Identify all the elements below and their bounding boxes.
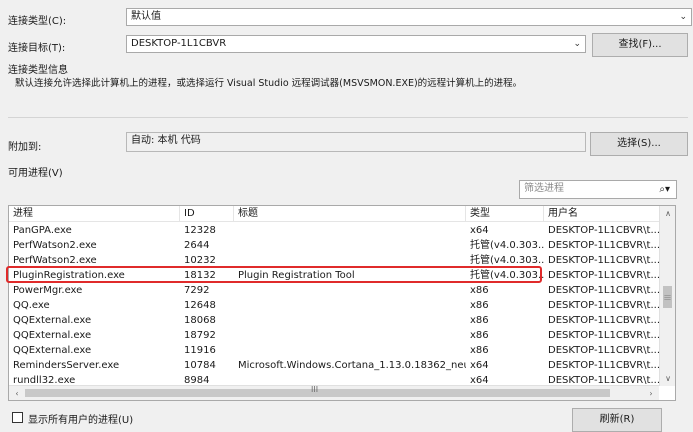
cell-type: x86 bbox=[470, 300, 489, 311]
connection-info-heading: 连接类型信息 bbox=[8, 65, 68, 76]
table-header: 进程 ID 标题 类型 用户名 bbox=[9, 206, 675, 222]
scroll-right-icon[interactable]: › bbox=[643, 386, 659, 400]
connection-target-value: DESKTOP-1L1CBVR bbox=[131, 38, 227, 49]
table-row[interactable]: RemindersServer.exe 10784 Microsoft.Window… bbox=[9, 358, 675, 373]
cell-username: DESKTOP-1L1CBVR\t... bbox=[548, 360, 660, 371]
vertical-scrollbar[interactable]: ∧ — — — ∨ bbox=[659, 206, 675, 386]
horizontal-scrollbar[interactable]: ‹ III › bbox=[9, 385, 659, 400]
column-header-id[interactable]: ID bbox=[180, 206, 234, 222]
column-header-username[interactable]: 用户名 bbox=[544, 206, 660, 222]
show-all-users-label: 显示所有用户的进程(U) bbox=[28, 415, 134, 426]
scroll-down-icon[interactable]: ∨ bbox=[660, 371, 675, 386]
cell-username: DESKTOP-1L1CBVR\t... bbox=[548, 330, 660, 341]
cell-username: DESKTOP-1L1CBVR\t... bbox=[548, 345, 660, 356]
cell-username: DESKTOP-1L1CBVR\t... bbox=[548, 240, 660, 251]
chevron-down-icon: ⌄ bbox=[679, 12, 687, 22]
cell-id: 12648 bbox=[184, 300, 216, 311]
cell-title bbox=[234, 328, 466, 343]
select-button[interactable]: 选择(S)... bbox=[590, 132, 688, 156]
cell-id: 18068 bbox=[184, 315, 216, 326]
cell-process: QQ.exe bbox=[13, 300, 50, 311]
cell-id: 12328 bbox=[184, 225, 216, 236]
filter-placeholder: 筛选进程 bbox=[524, 183, 564, 194]
cell-type: x86 bbox=[470, 330, 489, 341]
cell-username: DESKTOP-1L1CBVR\t... bbox=[548, 300, 660, 311]
cell-type: x64 bbox=[470, 225, 489, 236]
cell-process: QQExternal.exe bbox=[13, 330, 92, 341]
cell-username: DESKTOP-1L1CBVR\t... bbox=[548, 315, 660, 326]
scroll-grip-icon: III bbox=[311, 385, 319, 394]
attach-to-field: 自动: 本机 代码 bbox=[126, 132, 586, 152]
connection-type-label: 连接类型(C): bbox=[8, 16, 67, 27]
refresh-button[interactable]: 刷新(R) bbox=[572, 408, 662, 432]
cell-id: 11916 bbox=[184, 345, 216, 356]
scroll-left-icon[interactable]: ‹ bbox=[9, 386, 25, 400]
cell-process: QQExternal.exe bbox=[13, 345, 92, 356]
column-header-type[interactable]: 类型 bbox=[466, 206, 544, 222]
table-row[interactable]: QQExternal.exe 18068 x86 DESKTOP-1L1CBVR\t.… bbox=[9, 313, 675, 328]
cell-username: DESKTOP-1L1CBVR\t... bbox=[548, 285, 660, 296]
attach-to-label: 附加到: bbox=[8, 142, 42, 153]
connection-type-value: 默认值 bbox=[131, 11, 161, 22]
cell-type: x64 bbox=[470, 360, 489, 371]
connection-target-dropdown[interactable]: DESKTOP-1L1CBVR ⌄ bbox=[126, 35, 586, 53]
separator bbox=[8, 117, 688, 118]
chevron-down-icon: ⌄ bbox=[573, 39, 581, 49]
find-button[interactable]: 查找(F)... bbox=[592, 33, 688, 57]
cell-process: RemindersServer.exe bbox=[13, 360, 120, 371]
highlight-box bbox=[6, 266, 542, 283]
cell-title bbox=[234, 298, 466, 313]
table-row[interactable]: QQExternal.exe 18792 x86 DESKTOP-1L1CBVR\t.… bbox=[9, 328, 675, 343]
process-table[interactable]: 进程 ID 标题 类型 用户名 PanGPA.exe 12328 x64 DESKTO… bbox=[8, 205, 676, 401]
connection-target-label: 连接目标(T): bbox=[8, 43, 66, 54]
cell-type: x86 bbox=[470, 315, 489, 326]
horizontal-scroll-thumb[interactable]: III bbox=[25, 385, 610, 397]
cell-id: 2644 bbox=[184, 240, 210, 251]
cell-process: QQExternal.exe bbox=[13, 315, 92, 326]
table-row[interactable]: QQ.exe 12648 x86 DESKTOP-1L1CBVR\t... bbox=[9, 298, 675, 313]
column-header-process[interactable]: 进程 bbox=[9, 206, 180, 222]
cell-process: PowerMgr.exe bbox=[13, 285, 83, 296]
connection-type-dropdown[interactable]: 默认值 ⌄ bbox=[126, 8, 692, 26]
cell-title bbox=[234, 283, 466, 298]
table-row[interactable]: PerfWatson2.exe 2644 托管(v4.0.303... DESKTOP… bbox=[9, 238, 675, 253]
cell-username: DESKTOP-1L1CBVR\t... bbox=[548, 270, 660, 281]
cell-type: x86 bbox=[470, 285, 489, 296]
table-row[interactable]: PanGPA.exe 12328 x64 DESKTOP-1L1CBVR\t... bbox=[9, 223, 675, 238]
cell-process: PanGPA.exe bbox=[13, 225, 72, 236]
show-all-users-checkbox[interactable] bbox=[12, 412, 23, 423]
cell-title bbox=[234, 238, 466, 253]
cell-type: x86 bbox=[470, 345, 489, 356]
search-icon[interactable]: ⌕▾ bbox=[659, 181, 670, 198]
filter-processes-input[interactable]: 筛选进程 ⌕▾ bbox=[519, 180, 677, 199]
cell-title bbox=[234, 223, 466, 238]
cell-username: DESKTOP-1L1CBVR\t... bbox=[548, 255, 660, 266]
cell-id: 18792 bbox=[184, 330, 216, 341]
table-row[interactable]: QQExternal.exe 11916 x86 DESKTOP-1L1CBVR\t.… bbox=[9, 343, 675, 358]
cell-type: 托管(v4.0.303... bbox=[470, 240, 544, 251]
available-processes-label: 可用进程(V) bbox=[8, 168, 63, 179]
attach-to-value: 自动: 本机 代码 bbox=[131, 135, 201, 146]
cell-process: PerfWatson2.exe bbox=[13, 240, 97, 251]
table-row[interactable]: PowerMgr.exe 7292 x86 DESKTOP-1L1CBVR\t... bbox=[9, 283, 675, 298]
vertical-scroll-thumb[interactable]: — — — bbox=[663, 286, 672, 308]
connection-info-text: 默认连接允许选择此计算机上的进程，或选择运行 Visual Studio 远程调… bbox=[15, 78, 523, 89]
cell-id: 10784 bbox=[184, 360, 216, 371]
scroll-up-icon[interactable]: ∧ bbox=[660, 206, 675, 221]
cell-title bbox=[234, 313, 466, 328]
cell-title bbox=[234, 343, 466, 358]
cell-username: DESKTOP-1L1CBVR\t... bbox=[548, 225, 660, 236]
column-header-title[interactable]: 标题 bbox=[234, 206, 466, 222]
cell-id: 7292 bbox=[184, 285, 210, 296]
cell-title: Microsoft.Windows.Cortana_1.13.0.18362_n… bbox=[238, 360, 466, 371]
